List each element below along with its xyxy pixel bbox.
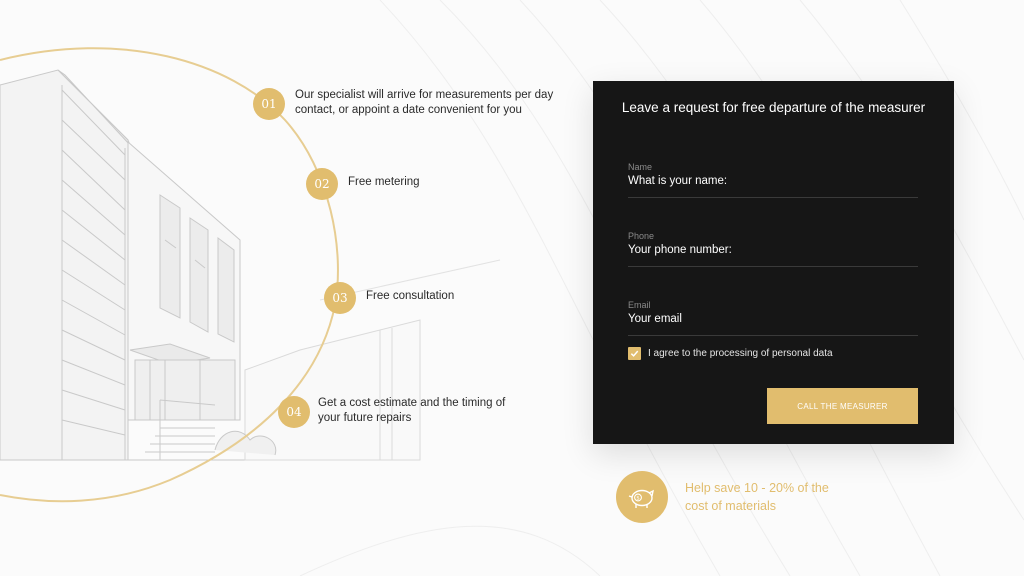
request-form-panel: Leave a request for free departure of th… <box>593 81 954 444</box>
call-measurer-button[interactable]: CALL THE MEASURER <box>767 388 918 424</box>
email-field: Email <box>628 300 918 336</box>
step-text: Our specialist will arrive for measureme… <box>295 89 554 116</box>
step-text: Free consultation <box>366 290 455 302</box>
phone-input[interactable] <box>628 244 918 256</box>
consent-label: I agree to the processing of personal da… <box>648 348 833 359</box>
consent-checkbox[interactable] <box>628 347 641 360</box>
step-item: 02 Free metering <box>306 168 420 200</box>
step-number-badge: 01 <box>253 88 285 120</box>
savings-promo: $ Help save 10 - 20% of the cost of mate… <box>616 471 855 523</box>
piggy-bank-icon: $ <box>616 471 668 523</box>
name-input[interactable] <box>628 175 918 187</box>
steps-arc <box>0 47 339 503</box>
consent-row: I agree to the processing of personal da… <box>628 347 833 360</box>
phone-field-label: Phone <box>628 231 655 241</box>
phone-field: Phone <box>628 231 918 267</box>
form-title: Leave a request for free departure of th… <box>621 100 926 115</box>
email-field-label: Email <box>628 300 651 310</box>
savings-text: Help save 10 - 20% of the cost of materi… <box>685 481 829 513</box>
name-field-label: Name <box>628 162 653 172</box>
step-item: 03 Free consultation <box>324 282 454 314</box>
name-field: Name <box>628 162 918 198</box>
svg-text:$: $ <box>636 496 640 502</box>
step-number-badge: 04 <box>278 396 310 428</box>
step-item: 01 Our specialist will arrive for measur… <box>253 88 565 120</box>
step-number-badge: 02 <box>306 168 338 200</box>
email-input[interactable] <box>628 313 918 325</box>
step-number-badge: 03 <box>324 282 356 314</box>
checkmark-icon <box>630 350 639 357</box>
step-text: Get a cost estimate and the timing of yo… <box>318 397 506 424</box>
step-text: Free metering <box>348 176 420 188</box>
step-item: 04 Get a cost estimate and the timing of… <box>278 396 518 428</box>
